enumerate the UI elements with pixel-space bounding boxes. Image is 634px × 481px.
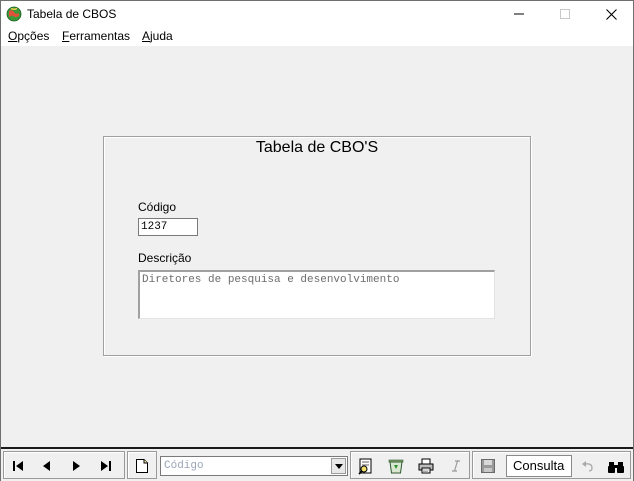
menu-ferramentas-label: erramentas [69, 29, 131, 43]
menu-bar: Opções Ferramentas Ajuda [1, 27, 633, 46]
close-button[interactable] [588, 1, 634, 27]
floppy-disk-icon [481, 458, 495, 473]
chevron-down-icon [334, 463, 343, 469]
first-record-icon [13, 460, 23, 471]
print-button[interactable] [414, 454, 438, 477]
descricao-field[interactable]: Diretores de pesquisa e desenvolvimento [138, 270, 495, 319]
codigo-field[interactable]: 1237 [138, 218, 198, 236]
search-field-combo[interactable]: Código [160, 456, 348, 476]
next-record-button[interactable] [64, 454, 88, 477]
new-record-button[interactable] [130, 454, 154, 477]
menu-opcoes-accel: O [8, 29, 18, 43]
minimize-icon [514, 13, 524, 15]
navigation-group [3, 451, 125, 479]
menu-ferramentas[interactable]: Ferramentas [62, 29, 130, 43]
bottom-toolbar: Código Consulta [1, 447, 633, 481]
minimize-button[interactable] [496, 1, 542, 27]
new-document-icon [136, 458, 148, 473]
save-button[interactable] [476, 454, 500, 477]
search-records-button[interactable] [354, 454, 378, 477]
italic-icon [452, 459, 460, 472]
recycle-bin-icon [388, 459, 404, 473]
menu-ajuda[interactable]: Ajuda [142, 29, 173, 43]
next-record-icon [73, 460, 80, 471]
menu-ajuda-accel: A [142, 29, 151, 43]
main-window: Tabela de CBOS Opções Ferramentas Ajuda … [0, 0, 634, 481]
previous-record-icon [43, 460, 50, 471]
new-group [127, 451, 157, 479]
maximize-icon [560, 9, 570, 19]
mode-status-box: Consulta [506, 455, 572, 477]
undo-button[interactable] [576, 455, 600, 478]
app-globe-icon [6, 6, 22, 22]
window-title: Tabela de CBOS [27, 7, 117, 21]
menu-opcoes-label: pções [17, 29, 50, 43]
delete-record-button[interactable] [384, 454, 408, 477]
codigo-label: Código [138, 200, 177, 214]
undo-arrow-icon [582, 460, 593, 472]
first-record-button[interactable] [6, 454, 30, 477]
combo-dropdown-button[interactable] [331, 458, 346, 474]
close-icon [605, 8, 617, 20]
binoculars-icon [608, 461, 624, 473]
last-record-icon [101, 460, 111, 471]
printer-icon [418, 458, 434, 473]
descricao-label: Descrição [138, 251, 192, 265]
title-bar[interactable]: Tabela de CBOS [1, 1, 633, 27]
last-record-button[interactable] [94, 454, 118, 477]
menu-ajuda-label: juda [150, 29, 173, 43]
search-field-value: Código [164, 460, 204, 472]
maximize-button[interactable] [542, 1, 588, 27]
menu-opcoes[interactable]: Opções [8, 29, 49, 43]
form-title: Tabela de CBO'S [255, 139, 379, 156]
binoculars-find-button[interactable] [604, 455, 628, 478]
actions-group [350, 451, 470, 479]
cbo-form-panel: Tabela de CBO'S Código 1237 Descrição Di… [103, 136, 531, 356]
italic-button[interactable] [444, 454, 468, 477]
previous-record-button[interactable] [35, 454, 59, 477]
find-document-icon [358, 458, 372, 475]
